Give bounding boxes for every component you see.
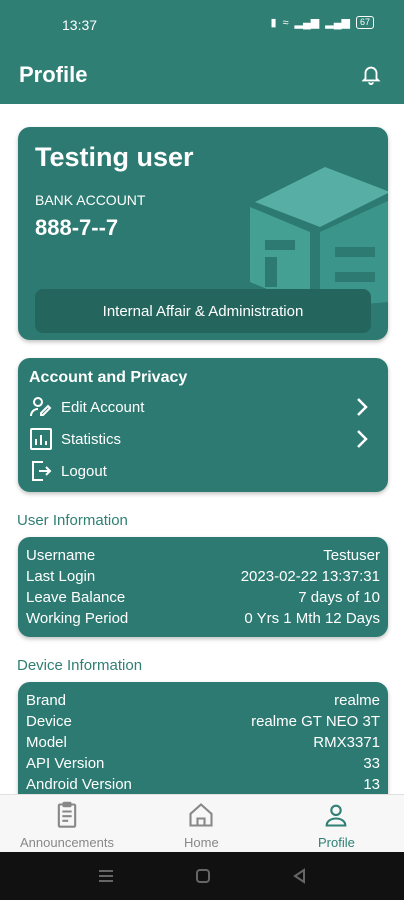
- info-row: Leave Balance 7 days of 10: [26, 588, 380, 608]
- back-triangle-icon[interactable]: [290, 866, 310, 886]
- home-square-icon[interactable]: [193, 866, 213, 886]
- bank-account-label: BANK ACCOUNT: [35, 192, 146, 208]
- info-value: realme GT NEO 3T: [251, 713, 380, 730]
- app-bar: 13:37 ▮ ≈ ▂▄▆ ▂▄▆ 67 Profile: [0, 0, 404, 104]
- nav-announcements[interactable]: Announcements: [20, 801, 114, 850]
- nav-profile[interactable]: Profile: [318, 801, 355, 850]
- status-time: 13:37: [62, 17, 98, 33]
- logout-item[interactable]: Logout: [29, 458, 379, 484]
- user-information-title: User Information: [17, 512, 128, 529]
- bottom-navigation: Announcements Home Profile: [0, 794, 404, 852]
- nav-announcements-label: Announcements: [20, 835, 114, 850]
- account-privacy-card: Account and Privacy Edit Account Statist…: [18, 358, 388, 492]
- info-row: Username Testuser: [26, 546, 380, 566]
- user-information-card: Username Testuser Last Login 2023-02-22 …: [18, 537, 388, 637]
- info-row: API Version 33: [26, 754, 380, 774]
- info-row: Model RMX3371: [26, 733, 380, 753]
- info-row: Working Period 0 Yrs 1 Mth 12 Days: [26, 609, 380, 629]
- info-label: Brand: [26, 692, 67, 709]
- bell-icon[interactable]: [360, 62, 382, 86]
- info-label: Device: [26, 713, 72, 730]
- info-label: Model: [26, 734, 67, 751]
- signal-icon: ▂▄▆: [294, 17, 320, 29]
- logout-icon: [32, 461, 52, 481]
- chevron-right-icon: [357, 398, 368, 416]
- edit-user-icon: [30, 397, 52, 417]
- info-label: Username: [26, 547, 96, 564]
- edit-account-label: Edit Account: [61, 398, 145, 416]
- page-title: Profile: [19, 62, 88, 87]
- info-row: Last Login 2023-02-22 13:37:31: [26, 567, 380, 587]
- status-icons: ▮ ≈ ▂▄▆ ▂▄▆ 67: [270, 16, 374, 29]
- device-information-title: Device Information: [17, 657, 143, 674]
- info-value: 0 Yrs 1 Mth 12 Days: [244, 610, 380, 627]
- info-label: Android Version: [26, 776, 132, 793]
- person-icon: [326, 804, 347, 827]
- nav-home[interactable]: Home: [184, 801, 219, 850]
- company-logo-icon: [250, 167, 388, 307]
- clipboard-icon: [57, 801, 77, 828]
- vibrate-icon: ▮: [270, 17, 277, 29]
- menu-icon[interactable]: [96, 866, 116, 886]
- edit-account-item[interactable]: Edit Account: [29, 394, 379, 420]
- info-value: 13: [363, 776, 380, 793]
- info-label: Last Login: [26, 568, 96, 585]
- user-name: Testing user: [35, 142, 194, 172]
- signal-icon-2: ▂▄▆: [325, 17, 350, 29]
- info-value: Testuser: [323, 547, 380, 564]
- info-row: Brand realme: [26, 691, 380, 711]
- battery-icon: 67: [355, 16, 374, 29]
- info-label: Working Period: [26, 610, 129, 627]
- bank-account-number: 888-7--7: [35, 215, 119, 240]
- info-label: API Version: [26, 755, 105, 772]
- info-row: Android Version 13: [26, 775, 380, 795]
- nav-home-label: Home: [184, 835, 219, 850]
- info-row: Device realme GT NEO 3T: [26, 712, 380, 732]
- bar-chart-icon: [30, 428, 52, 450]
- department-badge: Internal Affair & Administration: [35, 289, 371, 333]
- nav-profile-label: Profile: [318, 835, 355, 850]
- wifi-icon: ≈: [282, 16, 289, 29]
- profile-card: Testing user BANK ACCOUNT 888-7--7 Inter…: [18, 127, 388, 340]
- statistics-label: Statistics: [61, 430, 122, 448]
- info-value: RMX3371: [313, 734, 380, 751]
- info-value: 33: [363, 755, 380, 772]
- info-value: realme: [334, 692, 380, 709]
- system-navigation-bar: [0, 852, 404, 900]
- device-information-card: Brand realme Device realme GT NEO 3T Mod…: [18, 682, 388, 812]
- info-value: 2023-02-22 13:37:31: [240, 568, 380, 585]
- account-privacy-title: Account and Privacy: [29, 369, 188, 386]
- info-label: Leave Balance: [26, 589, 126, 606]
- chevron-right-icon: [357, 430, 368, 448]
- statistics-item[interactable]: Statistics: [29, 426, 379, 452]
- home-icon: [189, 803, 213, 827]
- logout-label: Logout: [61, 462, 107, 480]
- info-value: 7 days of 10: [298, 589, 380, 606]
